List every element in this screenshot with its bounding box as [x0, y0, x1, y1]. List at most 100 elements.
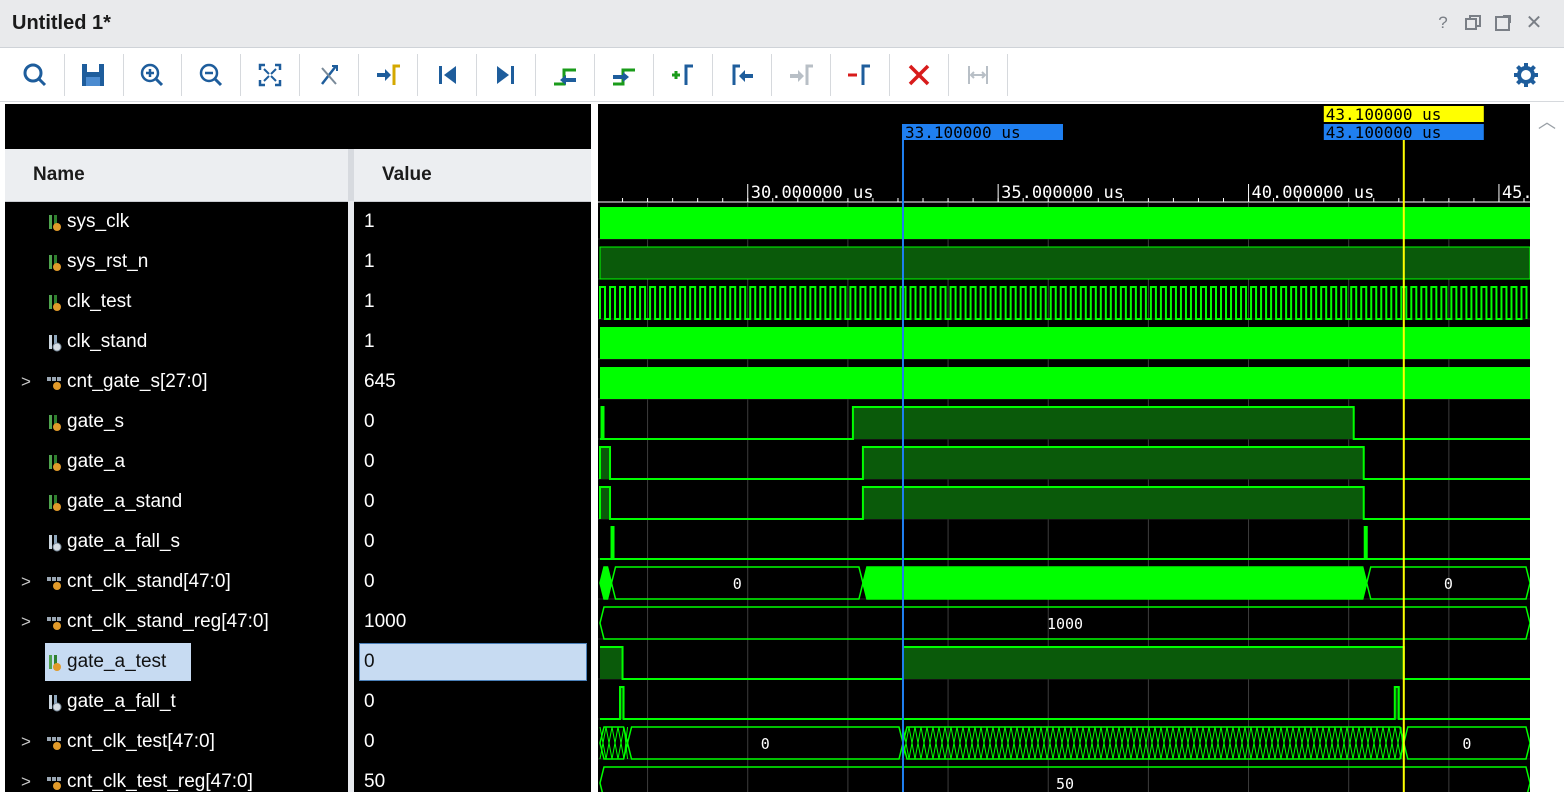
signal-row[interactable]: gate_a 0 [5, 443, 591, 483]
bus-value-label: 1000 [1047, 615, 1083, 633]
signal-row[interactable]: gate_a_stand 0 [5, 483, 591, 523]
signal-value: 1 [364, 251, 375, 272]
signal-row[interactable]: > cnt_gate_s[27:0] 645 [5, 363, 591, 403]
signal-value: 0 [364, 411, 375, 432]
wire-icon [45, 333, 65, 353]
bus-transition-hatch [902, 726, 1405, 760]
window-title: Untitled 1* [12, 12, 111, 34]
column-splitter[interactable] [348, 149, 354, 201]
input-port-icon [45, 653, 65, 673]
bus-icon [45, 573, 65, 593]
signal-name: gate_a_fall_s [67, 531, 181, 552]
next-transition-icon[interactable] [607, 58, 641, 92]
signal-name: sys_clk [67, 211, 130, 232]
signal-value: 0 [364, 571, 375, 592]
name-column-header[interactable]: Name [33, 149, 85, 201]
panel-splitter[interactable] [591, 104, 598, 792]
high-level-fill [852, 407, 1354, 439]
go-to-cursor-icon[interactable] [371, 58, 405, 92]
signal-high-region [599, 246, 1530, 280]
next-marker-icon[interactable] [784, 58, 818, 92]
expand-chevron-icon[interactable]: > [21, 732, 31, 752]
value-column-header[interactable]: Value [382, 149, 432, 201]
input-port-icon [45, 293, 65, 313]
signal-row[interactable]: > cnt_clk_stand_reg[47:0] 1000 [5, 603, 591, 643]
signal-name: clk_stand [67, 331, 148, 352]
signal-value: 1 [364, 291, 375, 312]
restore-icon[interactable] [1462, 12, 1484, 34]
go-to-time-zero-icon[interactable] [430, 58, 464, 92]
signal-value: 0 [364, 651, 375, 672]
signal-row[interactable]: sys_rst_n 1 [5, 243, 591, 283]
maximize-icon[interactable] [1492, 12, 1514, 34]
expand-chevron-icon[interactable]: > [21, 772, 31, 792]
save-icon[interactable] [76, 58, 110, 92]
signal-name: gate_a_test [67, 651, 167, 672]
wire-icon [45, 533, 65, 553]
dense-clock-region [600, 207, 1530, 239]
signal-name: gate_a_stand [67, 491, 183, 512]
signal-row[interactable]: sys_clk 1 [5, 203, 591, 243]
signal-name: gate_s [67, 411, 125, 432]
bus-value-label: 0 [1444, 575, 1453, 593]
bus-value-label: 0 [1462, 735, 1471, 753]
bus-icon [45, 373, 65, 393]
signal-value: 50 [364, 771, 386, 792]
ruler-tick-label: 40.000000 us [1252, 183, 1375, 203]
ruler-tick-label: 45.000000 us [1502, 183, 1530, 203]
signal-value: 1 [364, 211, 375, 232]
expand-chevron-icon[interactable]: > [21, 572, 31, 592]
close-icon[interactable]: ✕ [1523, 12, 1545, 34]
digital-waveform [600, 526, 1530, 560]
snap-to-transition-icon[interactable] [961, 58, 995, 92]
input-port-icon [45, 413, 65, 433]
swap-cursor-icon[interactable] [312, 58, 346, 92]
cursor-time-label: 43.100000 us [1326, 123, 1442, 142]
signal-name: cnt_clk_test[47:0] [67, 731, 215, 752]
settings-icon[interactable] [1509, 58, 1543, 92]
window-titlebar: Untitled 1* ? ✕ [0, 0, 1564, 48]
bus-icon [45, 773, 65, 793]
waveform-canvas[interactable]: 30.000000 us 35.000000 us 40.000000 us 45.0… [598, 104, 1530, 792]
go-to-last-time-icon[interactable] [489, 58, 523, 92]
zoom-in-icon[interactable] [135, 58, 169, 92]
signal-row[interactable]: > cnt_clk_test[47:0] 0 [5, 723, 591, 763]
vertical-scrollbar[interactable]: ︿ [1530, 104, 1564, 792]
signal-row[interactable]: clk_test 1 [5, 283, 591, 323]
zoom-fit-icon[interactable] [253, 58, 287, 92]
input-port-icon [45, 253, 65, 273]
signal-row[interactable]: > cnt_clk_stand[47:0] 0 [5, 563, 591, 603]
signal-value: 1 [364, 331, 375, 352]
signal-row[interactable]: > cnt_clk_test_reg[47:0] 50 [5, 763, 591, 803]
help-icon[interactable]: ? [1432, 12, 1454, 34]
previous-transition-icon[interactable] [548, 58, 582, 92]
add-marker-icon[interactable] [666, 58, 700, 92]
value-field[interactable] [359, 643, 587, 681]
signal-row[interactable]: clk_stand 1 [5, 323, 591, 363]
signal-name: gate_a [67, 451, 126, 472]
bus-value-label: 0 [761, 735, 770, 753]
waveform-viewer[interactable]: 30.000000 us 35.000000 us 40.000000 us 45.0… [598, 104, 1530, 792]
signal-name: cnt_clk_test_reg[47:0] [67, 771, 253, 792]
delete-marker-icon[interactable] [843, 58, 877, 92]
column-header: Name Value [5, 149, 591, 202]
signal-row[interactable]: gate_a_fall_t 0 [5, 683, 591, 723]
digital-waveform [600, 686, 1530, 720]
scroll-up-icon[interactable]: ︿ [1538, 108, 1556, 134]
search-icon[interactable] [18, 58, 52, 92]
bus-segment [599, 566, 613, 600]
input-port-icon [45, 453, 65, 473]
previous-marker-icon[interactable] [725, 58, 759, 92]
expand-chevron-icon[interactable]: > [21, 372, 31, 392]
zoom-out-icon[interactable] [194, 58, 228, 92]
delete-all-markers-icon[interactable] [902, 58, 936, 92]
signal-name: clk_test [67, 291, 132, 312]
input-port-icon [45, 213, 65, 233]
signal-row[interactable]: gate_a_test 0 [5, 643, 591, 683]
signal-row[interactable]: gate_a_fall_s 0 [5, 523, 591, 563]
dense-clock-region [600, 367, 1530, 399]
bus-value-label: 0 [733, 575, 742, 593]
high-level-fill [600, 647, 623, 679]
expand-chevron-icon[interactable]: > [21, 612, 31, 632]
signal-row[interactable]: gate_s 0 [5, 403, 591, 443]
